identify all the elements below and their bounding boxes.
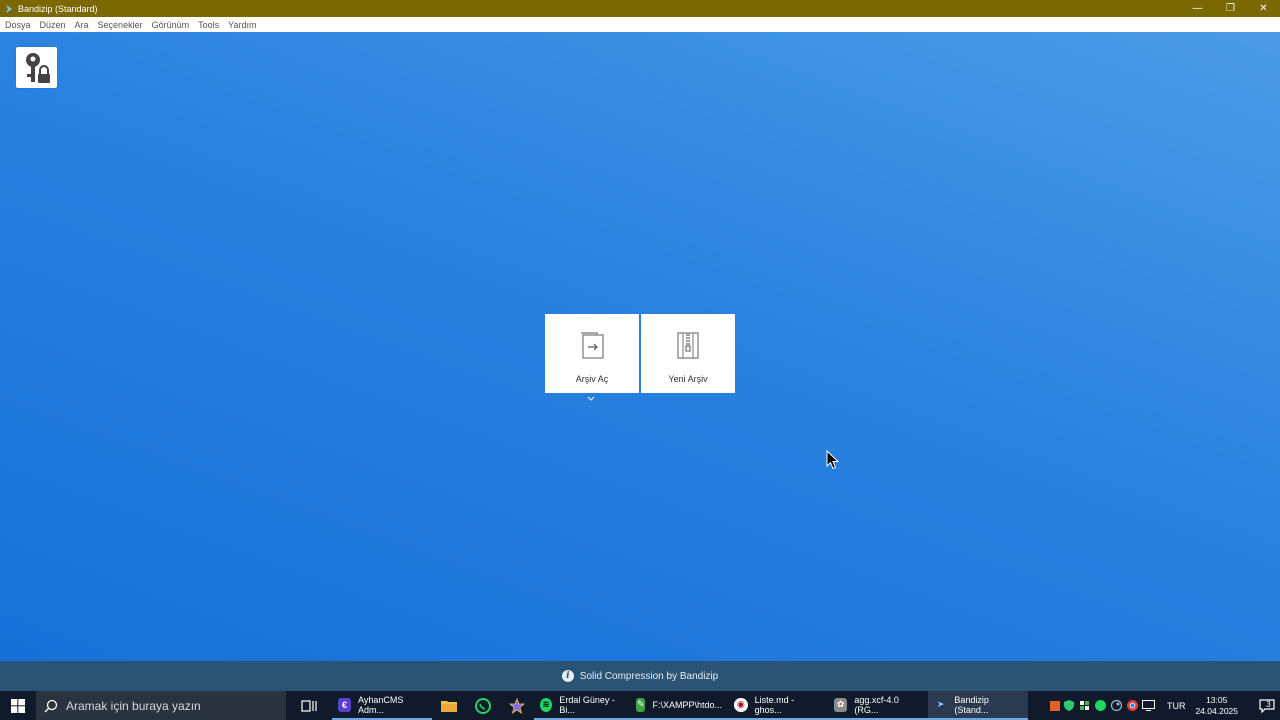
menu-view[interactable]: Görünüm: [152, 20, 190, 30]
minimize-button[interactable]: —: [1181, 0, 1214, 17]
folder-icon: [441, 701, 457, 712]
star-icon: [509, 697, 525, 714]
tray-office-icon[interactable]: [1049, 700, 1060, 711]
tray-network-app-icon[interactable]: [1078, 699, 1092, 713]
tray-spotify-icon[interactable]: [1094, 699, 1108, 713]
notification-center-button[interactable]: 3: [1250, 691, 1280, 720]
maximize-button[interactable]: ❐: [1214, 0, 1247, 17]
zip-archive-icon: [677, 332, 699, 359]
close-button[interactable]: ✕: [1247, 0, 1280, 17]
menu-file[interactable]: Dosya: [5, 20, 31, 30]
window-title: Bandizip (Standard): [18, 3, 98, 14]
menu-help[interactable]: Yardım: [228, 20, 256, 30]
bandizip-icon: ➤: [936, 699, 945, 709]
taskbar-app-label: AyhanCMS Adm...: [357, 694, 404, 715]
taskbar-whatsapp[interactable]: [466, 691, 500, 720]
taskbar-app-label: Erdal Güney - Bi...: [559, 694, 615, 715]
network-icon[interactable]: [1142, 699, 1156, 713]
open-archive-button[interactable]: Arşiv Aç: [545, 314, 639, 393]
footer-text: Solid Compression by Bandizip: [579, 670, 719, 682]
system-tray: TUR 13:05 24.04.2025 3: [1049, 691, 1280, 720]
tray-steam-icon[interactable]: [1110, 699, 1124, 713]
spotify-icon: ≋: [540, 697, 553, 712]
footer-banner[interactable]: i Solid Compression by Bandizip: [0, 661, 1280, 691]
language-indicator[interactable]: TUR: [1167, 701, 1186, 711]
clock-time: 13:05: [1206, 694, 1228, 705]
key-lock-icon: [25, 52, 50, 83]
menu-find[interactable]: Ara: [75, 20, 89, 30]
notification-count: 3: [1266, 700, 1271, 709]
task-view-icon: [301, 699, 317, 712]
bandizip-logo-icon: [6, 4, 12, 13]
taskbar-starred-app[interactable]: [500, 691, 534, 720]
search-icon: [44, 699, 58, 712]
new-archive-button[interactable]: Yeni Arşiv: [641, 314, 735, 393]
info-icon: i: [561, 670, 574, 682]
taskbar-app-gimp[interactable]: ✿ agg.xcf-4.0 (RG...: [828, 691, 928, 720]
mouse-cursor-icon: [826, 450, 839, 470]
task-view-button[interactable]: [286, 691, 332, 720]
windows-logo-icon: [11, 698, 25, 713]
menu-options[interactable]: Seçenekler: [98, 20, 143, 30]
tray-shield-icon[interactable]: [1062, 699, 1076, 713]
taskbar-app-label: Liste.md - ghos...: [754, 694, 795, 715]
main-area: Arşiv Aç Yeni Arşiv: [0, 32, 1280, 661]
taskbar-app-ayhancms[interactable]: € AyhanCMS Adm...: [332, 691, 432, 720]
search-placeholder: Aramak için buraya yazın: [66, 698, 201, 713]
gimp-icon: ✿: [834, 697, 848, 712]
menu-tools[interactable]: Tools: [198, 20, 219, 30]
ayhancms-icon: €: [338, 697, 351, 712]
new-archive-label: Yeni Arşiv: [668, 374, 708, 384]
taskbar-file-explorer[interactable]: [432, 691, 466, 720]
taskbar: Aramak için buraya yazın € AyhanCMS Adm.…: [0, 691, 1280, 720]
taskbar-search[interactable]: Aramak için buraya yazın: [36, 691, 286, 720]
notepad-icon: ✎: [636, 697, 646, 712]
title-bar: Bandizip (Standard) — ❐ ✕: [0, 0, 1280, 17]
clock[interactable]: 13:05 24.04.2025: [1195, 695, 1238, 717]
menu-edit[interactable]: Düzen: [40, 20, 66, 30]
whatsapp-icon: [475, 697, 491, 714]
taskbar-app-spotify[interactable]: ≋ Erdal Güney - Bi...: [534, 691, 630, 720]
open-archive-icon: [581, 332, 604, 359]
chevron-down-icon[interactable]: [587, 396, 595, 402]
tray-chrome-icon[interactable]: [1126, 699, 1140, 713]
open-archive-label: Arşiv Aç: [575, 374, 609, 384]
start-button[interactable]: [0, 691, 36, 720]
taskbar-app-ghostwriter[interactable]: ◉ Liste.md - ghos...: [728, 691, 828, 720]
menu-bar: Dosya Düzen Ara Seçenekler Görünüm Tools…: [0, 17, 1280, 33]
ghostwriter-icon: ◉: [734, 697, 748, 712]
taskbar-app-notepad[interactable]: ✎ F:\XAMPP\htdo...: [630, 691, 728, 720]
taskbar-app-label: Bandizip (Stand...: [954, 694, 989, 715]
password-manager-button[interactable]: [16, 47, 57, 88]
taskbar-app-bandizip[interactable]: ➤ Bandizip (Stand...: [928, 691, 1028, 720]
clock-date: 24.04.2025: [1195, 705, 1238, 716]
taskbar-app-label: F:\XAMPP\htdo...: [652, 699, 722, 710]
taskbar-app-label: agg.xcf-4.0 (RG...: [854, 694, 899, 715]
